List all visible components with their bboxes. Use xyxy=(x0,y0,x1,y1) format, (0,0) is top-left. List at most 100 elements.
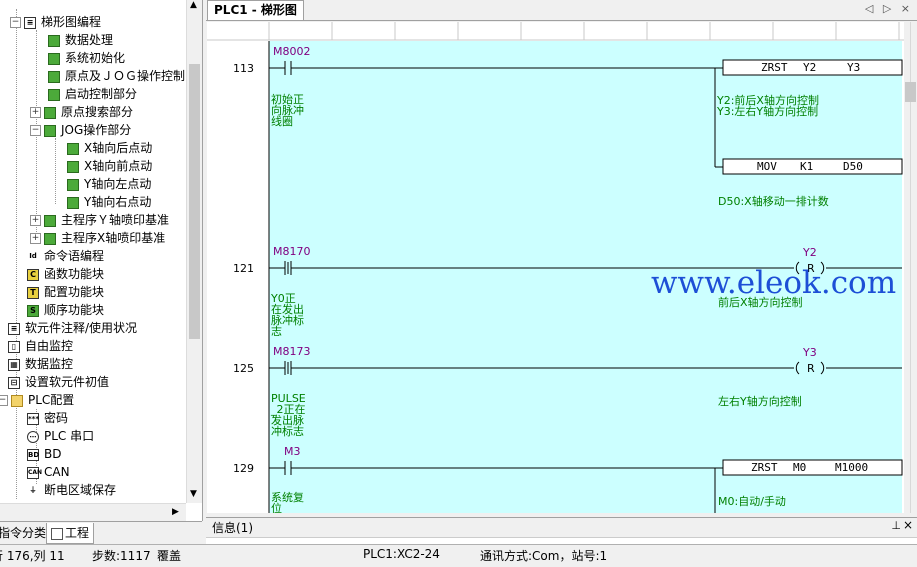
tab-project[interactable]: 工程 xyxy=(46,523,95,544)
tree-item-label: X轴向后点动 xyxy=(84,141,153,155)
tree-item-instruction-list[interactable]: Id 命令语编程 xyxy=(27,247,104,265)
folder-icon xyxy=(11,394,23,407)
tree-item-plc-config[interactable]: − PLC配置 xyxy=(0,391,74,409)
subroutine-icon xyxy=(48,52,60,65)
tree-item-start-control[interactable]: 启动控制部分 xyxy=(48,85,137,103)
instruction-op[interactable]: ZRST xyxy=(761,61,788,74)
collapse-icon[interactable]: − xyxy=(10,17,21,28)
contact-label[interactable]: M8170 xyxy=(273,245,311,258)
contact-label[interactable]: M3 xyxy=(284,445,301,458)
subroutine-icon xyxy=(44,214,56,227)
tree-item-label: 自由监控 xyxy=(25,339,74,353)
contact-label[interactable]: M8173 xyxy=(273,345,311,358)
document-nav-buttons[interactable]: ◁ ▷ × xyxy=(865,2,913,15)
instruction-arg[interactable]: M0 xyxy=(793,461,806,474)
tree-item-label: 密码 xyxy=(44,411,69,425)
instruction-op[interactable]: ZRST xyxy=(751,461,778,474)
pin-icon[interactable]: ⊥ xyxy=(891,519,901,532)
document-tab-bar: ◁ ▷ × xyxy=(206,0,917,21)
tree-item-system-init[interactable]: 系统初始化 xyxy=(48,49,125,67)
scroll-right-icon[interactable]: ▶ xyxy=(172,507,179,517)
tree-item-main-x[interactable]: + 主程序X轴喷印基准 xyxy=(30,229,165,247)
close-icon[interactable]: × xyxy=(903,518,913,532)
tree-item-label: 主程序X轴喷印基准 xyxy=(61,231,166,245)
project-tree: − ≡ 梯形图编程 数据处理 系统初始化 原点及ＪＯＧ操作控制 启动控制部分 + 原点… xyxy=(0,0,203,521)
expand-icon[interactable]: + xyxy=(30,215,41,226)
free-monitor-icon: ▯ xyxy=(8,340,20,353)
subroutine-icon xyxy=(48,34,60,47)
subroutine-icon xyxy=(48,88,60,101)
subroutine-icon xyxy=(44,106,56,119)
tree-item-can[interactable]: CAN CAN xyxy=(27,463,70,481)
tree-item-data-monitor[interactable]: ▦ 数据监控 xyxy=(8,355,73,373)
status-communication: 通讯方式:Com，站号:1 xyxy=(480,549,608,563)
tree-item-main-y[interactable]: + 主程序Ｙ轴喷印基准 xyxy=(30,211,169,229)
contact-label[interactable]: M8002 xyxy=(273,45,311,58)
tree-item-config-block[interactable]: T 配置功能块 xyxy=(27,283,104,301)
tree-item-serial-port[interactable]: ⋯ PLC 串口 xyxy=(27,427,94,445)
tree-item-x-back[interactable]: X轴向后点动 xyxy=(67,139,152,157)
tree-item-device-init[interactable]: ⊟ 设置软元件初值 xyxy=(8,373,109,391)
ladder-column-header xyxy=(207,22,904,40)
status-cursor-position: 行 176,列 11 xyxy=(0,549,65,563)
scroll-up-icon[interactable]: ▲ xyxy=(190,0,197,10)
can-icon: CAN xyxy=(27,466,42,479)
tree-item-label: PLC配置 xyxy=(28,393,75,407)
tree-item-free-monitor[interactable]: ▯ 自由监控 xyxy=(8,337,73,355)
tree-guide-line xyxy=(55,138,56,204)
instruction-arg[interactable]: Y3 xyxy=(847,61,860,74)
watermark: www.eleok.com xyxy=(651,265,897,301)
ladder-folder-icon: ≡ xyxy=(24,16,36,29)
tab-plc1-ladder[interactable]: PLC1 - 梯形图 xyxy=(207,0,304,20)
tree-horizontal-scrollbar[interactable]: ▶ xyxy=(0,503,186,521)
tree-item-origin-search[interactable]: + 原点搜索部分 xyxy=(30,103,133,121)
contact-comment: PULSE _2正在 发出脉 冲标志 xyxy=(271,392,306,438)
tab-instruction-category[interactable]: 指令分类 xyxy=(0,523,50,543)
tree-item-y-left[interactable]: Y轴向左点动 xyxy=(67,175,151,193)
tree-item-sequence-block[interactable]: S 顺序功能块 xyxy=(27,301,104,319)
tree-item-x-forward[interactable]: X轴向前点动 xyxy=(67,157,152,175)
tree-vertical-scrollbar[interactable]: ▲ ▼ xyxy=(186,0,202,503)
tree-item-label: 原点及ＪＯＧ操作控制 xyxy=(65,69,186,83)
ladder-editor[interactable]: 113 121 125 129 M8002 M8170 M8173 M3 初始正… xyxy=(207,22,904,513)
instruction-arg[interactable]: K1 xyxy=(800,160,813,173)
coil-type: R xyxy=(807,362,815,375)
tree-item-origin-jog[interactable]: 原点及ＪＯＧ操作控制 xyxy=(48,67,185,85)
sequence-block-icon: S xyxy=(27,304,39,317)
bd-board-icon: BD xyxy=(27,448,40,461)
tree-item-function-block[interactable]: C 函数功能块 xyxy=(27,265,104,283)
tree-item-jog[interactable]: − JOG操作部分 xyxy=(30,121,131,139)
tree-item-y-right[interactable]: Y轴向右点动 xyxy=(67,193,151,211)
instruction-arg[interactable]: M1000 xyxy=(835,461,868,474)
tree-item-label: 配置功能块 xyxy=(44,285,105,299)
scroll-down-icon[interactable]: ▼ xyxy=(190,489,197,499)
collapse-icon[interactable]: − xyxy=(30,125,41,136)
tree-item-label: JOG操作部分 xyxy=(61,123,132,137)
status-steps: 步数:1117 xyxy=(92,549,151,563)
tree-item-label: 数据处理 xyxy=(65,33,114,47)
expand-icon[interactable]: + xyxy=(30,233,41,244)
tree-item-password[interactable]: *** 密码 xyxy=(27,409,68,427)
scroll-thumb[interactable] xyxy=(189,64,200,339)
tree-item-power-retain[interactable]: ⏚ 断电区域保存 xyxy=(27,481,116,499)
instruction-comment: Y2:前后X轴方向控制 Y3:左右Y轴方向控制 xyxy=(717,94,819,118)
instruction-list-icon: Id xyxy=(27,250,39,263)
scroll-thumb[interactable] xyxy=(905,82,916,102)
collapse-icon[interactable]: − xyxy=(0,395,8,406)
ladder-vertical-scrollbar[interactable] xyxy=(904,22,917,513)
contact-comment: 系统复位 xyxy=(271,491,304,513)
info-panel-title[interactable]: 信息(1) xyxy=(212,519,253,536)
subroutine-icon xyxy=(67,160,79,173)
tree-item-device-comment[interactable]: ≡ 软元件注释/使用状况 xyxy=(8,319,137,337)
coil-label[interactable]: Y2 xyxy=(803,246,817,259)
tree-item-ladder[interactable]: − ≡ 梯形图编程 xyxy=(10,13,101,31)
expand-icon[interactable]: + xyxy=(30,107,41,118)
coil-label[interactable]: Y3 xyxy=(803,346,817,359)
instruction-op[interactable]: MOV xyxy=(757,160,777,173)
subroutine-icon xyxy=(67,142,79,155)
instruction-arg[interactable]: Y2 xyxy=(803,61,816,74)
instruction-arg[interactable]: D50 xyxy=(843,160,863,173)
tree-item-bd[interactable]: BD BD xyxy=(27,445,61,463)
tree-item-label: 启动控制部分 xyxy=(65,87,138,101)
tree-item-data-processing[interactable]: 数据处理 xyxy=(48,31,113,49)
